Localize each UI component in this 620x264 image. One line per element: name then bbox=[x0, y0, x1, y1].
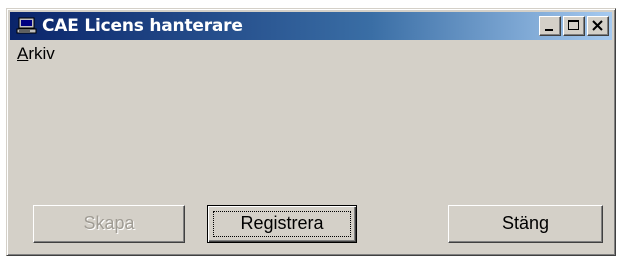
registrera-button-label: Registrera bbox=[240, 213, 324, 233]
window-title: CAE Licens hanterare bbox=[42, 16, 243, 36]
close-button[interactable] bbox=[587, 16, 609, 36]
menu-arkiv-accelerator: A bbox=[17, 44, 29, 63]
menu-arkiv[interactable]: Arkiv bbox=[17, 44, 55, 64]
license-manager-window: CAE Licens hanterare Arkiv Skapa Registr… bbox=[6, 8, 616, 256]
maximize-button[interactable] bbox=[563, 16, 585, 36]
menu-bar: Arkiv bbox=[10, 42, 612, 66]
stang-button-label: Stäng bbox=[501, 213, 550, 233]
title-bar[interactable]: CAE Licens hanterare bbox=[10, 12, 612, 40]
menu-arkiv-label: rkiv bbox=[28, 44, 55, 63]
close-icon bbox=[592, 20, 603, 31]
computer-icon[interactable] bbox=[16, 17, 38, 35]
minimize-button[interactable] bbox=[539, 16, 561, 36]
registrera-button[interactable]: Registrera bbox=[207, 205, 357, 243]
maximize-icon bbox=[568, 20, 579, 30]
stang-button[interactable]: Stäng bbox=[448, 205, 603, 243]
skapa-button[interactable]: Skapa bbox=[33, 205, 185, 243]
minimize-icon bbox=[545, 29, 553, 31]
skapa-button-label: Skapa bbox=[83, 213, 135, 233]
